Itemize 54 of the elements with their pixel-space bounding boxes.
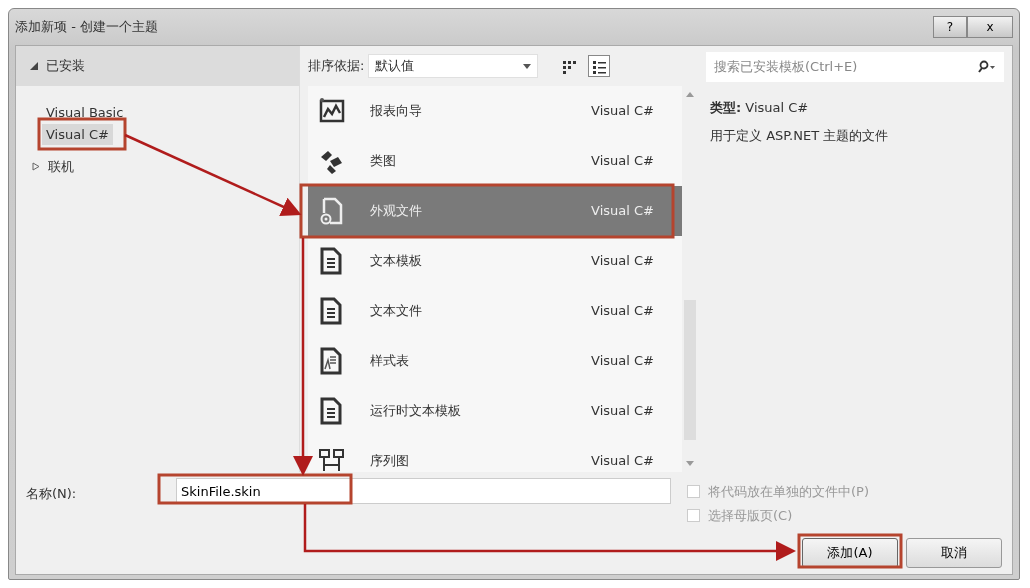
template-language: Visual C# [591, 202, 654, 221]
tree-node-header[interactable]: 已安装 [16, 46, 299, 86]
template-description: 用于定义 ASP.NET 主题的文件 [709, 126, 890, 145]
template-language: Visual C# [591, 302, 654, 321]
name-label: 名称(N): [26, 485, 78, 503]
type-label: 类型: [710, 100, 742, 115]
dropdown-arrow-icon [523, 63, 532, 69]
scroll-down-icon[interactable] [685, 458, 695, 468]
checkbox-label: 选择母版页(C) [708, 506, 793, 525]
sort-dropdown[interactable]: 默认值 [368, 54, 539, 78]
name-field[interactable]: SkinFile.skin [176, 478, 671, 504]
template-name: 类图 [370, 152, 397, 171]
checkbox-label: 将代码放在单独的文件中(P) [708, 483, 869, 501]
tree-item[interactable]: Visual C# [42, 123, 113, 145]
template-item[interactable]: 样式表 Visual C# [308, 336, 682, 386]
template-language: Visual C# [591, 102, 654, 121]
grid-icon [561, 58, 578, 75]
tree-node-header[interactable]: 联机 [16, 157, 299, 177]
template-name: 文本文件 [370, 302, 423, 321]
template-item[interactable]: 文本文件 Visual C# [308, 286, 682, 336]
help-button[interactable]: ? [933, 16, 967, 38]
expand-arrow-icon[interactable] [32, 162, 40, 172]
close-button[interactable]: x [967, 16, 1013, 38]
search-icon [976, 60, 996, 74]
template-language: Visual C# [591, 252, 654, 271]
template-language: Visual C# [591, 352, 654, 371]
cancel-button[interactable]: 取消 [906, 538, 1002, 568]
add-button[interactable]: 添加(A) [802, 538, 898, 568]
template-name: 外观文件 [370, 202, 423, 221]
template-name: 报表向导 [370, 102, 423, 121]
template-item[interactable]: 报表向导 Visual C# [308, 86, 682, 136]
sort-label: 排序依据: [308, 57, 365, 76]
template-language: Visual C# [591, 452, 654, 471]
template-item[interactable]: 文本模板 Visual C# [308, 236, 682, 286]
template-item[interactable]: 类图 Visual C# [308, 136, 682, 186]
list-icon [591, 58, 608, 75]
tree-item[interactable]: Visual Basic [42, 102, 128, 124]
template-item[interactable]: 外观文件 Visual C# [308, 186, 682, 236]
expand-arrow-icon[interactable] [30, 62, 38, 70]
template-language: Visual C# [591, 152, 654, 171]
type-value: Visual C# [745, 100, 809, 115]
tree-node-label: 联机 [48, 158, 74, 176]
template-name: 样式表 [370, 352, 410, 371]
template-name: 运行时文本模板 [370, 402, 462, 421]
search-field[interactable]: 搜索已安装模板(Ctrl+E) [706, 52, 1004, 82]
scroll-up-icon[interactable] [685, 90, 695, 100]
template-language: Visual C# [591, 402, 654, 421]
tree-node-label: 已安装 [46, 57, 85, 76]
list-view-button[interactable] [588, 55, 611, 77]
template-name: 序列图 [370, 452, 410, 471]
chart-icon [318, 97, 346, 125]
window-title: 添加新项 - 创建一个主题 [15, 18, 158, 37]
template-name: 文本模板 [370, 252, 423, 271]
template-item[interactable]: 运行时文本模板 Visual C# [308, 386, 682, 436]
